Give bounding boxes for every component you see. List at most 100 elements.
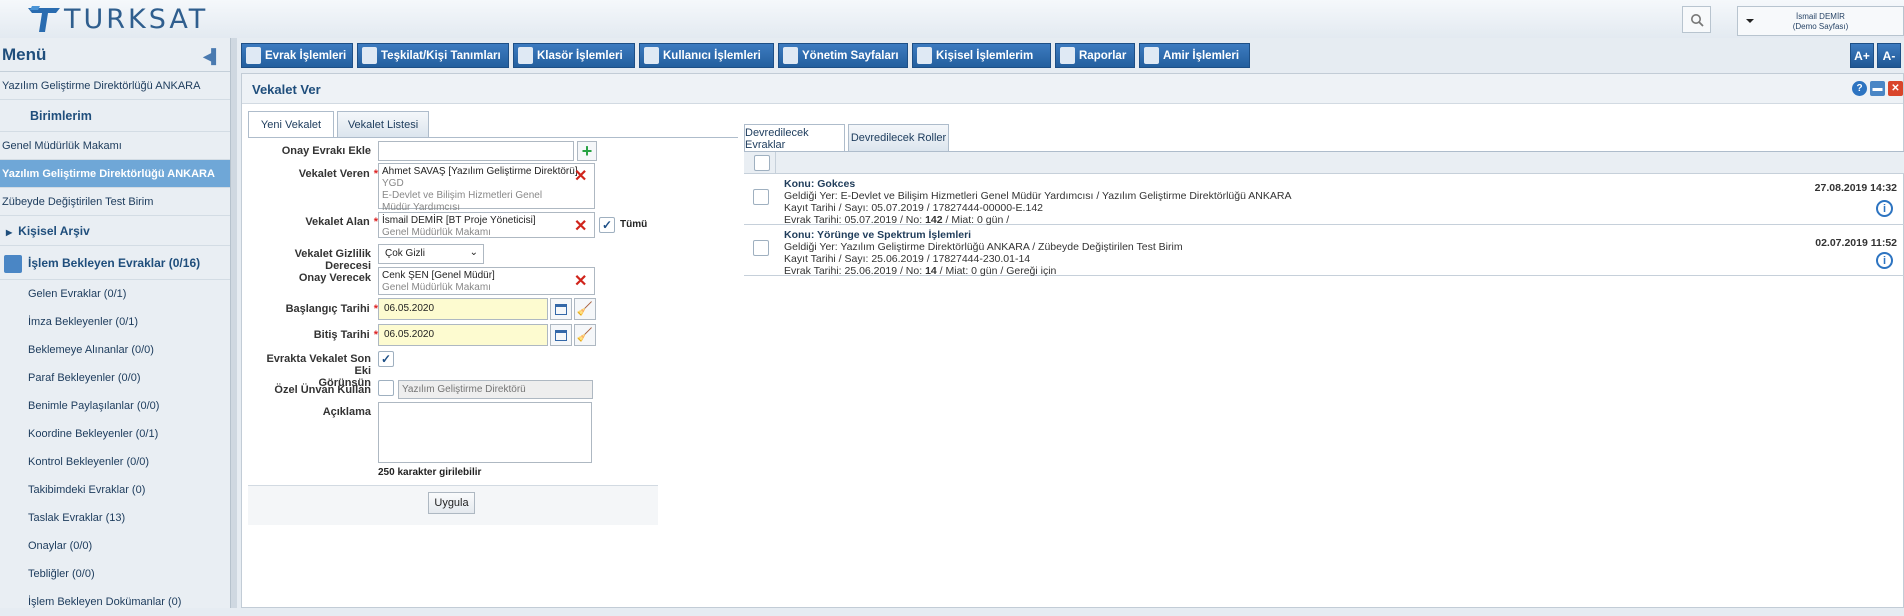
nav-label: Klasör İşlemleri — [537, 49, 623, 62]
turksat-logo: TURKSAT — [26, 4, 208, 35]
clear-broom-icon[interactable]: 🧹 — [574, 298, 596, 320]
chevron-down-icon — [1746, 19, 1754, 23]
sidebar: Menü ◀▌ Yazılım Geliştirme Direktörlüğü … — [0, 38, 231, 608]
sidebar-unit-genel[interactable]: Genel Müdürlük Makamı — [0, 132, 230, 160]
nav-amir[interactable]: Amir İşlemleri — [1139, 43, 1250, 68]
calendar-icon[interactable] — [550, 298, 572, 320]
main-nav: Evrak İşlemleri Teşkilat/Kişi Tanımları … — [241, 43, 1904, 68]
tab-yeni-vekalet[interactable]: Yeni Vekalet — [248, 111, 334, 138]
baslangic-date-input[interactable]: 06.05.2020 — [378, 298, 548, 320]
report-icon — [1060, 47, 1075, 64]
sidebar-item-imza[interactable]: İmza Bekleyenler (0/1) — [0, 308, 230, 336]
sidebar-scrollbar[interactable] — [231, 38, 237, 608]
font-decrease-button[interactable]: A- — [1877, 43, 1901, 68]
calendar-icon[interactable] — [550, 324, 572, 346]
sidebar-unit-yazilim[interactable]: Yazılım Geliştirme Direktörlüğü ANKARA — [0, 160, 230, 188]
aciklama-textarea[interactable] — [378, 402, 592, 463]
son-ek-checkbox[interactable]: ✓ — [378, 351, 394, 367]
vekalet-alan-field[interactable]: İsmail DEMİR [BT Proje Yöneticisi] Genel… — [378, 212, 595, 238]
nav-klasor[interactable]: Klasör İşlemleri — [513, 43, 635, 68]
bitis-label-text: Bitiş Tarihi — [313, 329, 370, 341]
vekalet-alan-label-text: Vekalet Alan — [305, 216, 370, 228]
add-icon[interactable]: + — [577, 141, 597, 161]
info-icon[interactable]: i — [1876, 252, 1893, 269]
sidebar-item-kontrol[interactable]: Kontrol Bekleyenler (0/0) — [0, 448, 230, 476]
sidebar-item-onaylar[interactable]: Onaylar (0/0) — [0, 532, 230, 560]
admin-icon — [783, 47, 798, 64]
select-all-checkbox[interactable] — [754, 155, 770, 171]
close-icon[interactable]: ✕ — [1888, 81, 1903, 96]
menu-header: Menü ◀▌ — [0, 38, 230, 72]
vekalet-veren-label-text: Vekalet Veren — [298, 168, 370, 180]
item-geldigi: Geldiği Yer: Yazılım Geliştirme Direktör… — [784, 241, 1183, 253]
sidebar-item-taslak[interactable]: Taslak Evraklar (13) — [0, 504, 230, 532]
collapse-menu-icon[interactable]: ◀▌ — [203, 48, 221, 65]
onay-evraki-input[interactable] — [378, 141, 574, 161]
documents-clock-icon — [4, 254, 22, 273]
sidebar-item-koordine[interactable]: Koordine Bekleyenler (0/1) — [0, 420, 230, 448]
sidebar-item-takibimdeki[interactable]: Takibimdeki Evraklar (0) — [0, 476, 230, 504]
item-evrak-suffix: / Miat: 0 gün / Gereği için — [936, 265, 1057, 277]
sidebar-item-beklemeye[interactable]: Beklemeye Alınanlar (0/0) — [0, 336, 230, 364]
search-button[interactable] — [1682, 6, 1711, 33]
user-menu[interactable]: İsmail DEMİR (Demo Sayfası) — [1737, 6, 1904, 36]
gizlilik-select[interactable]: Çok Gizli ⌄ — [378, 244, 484, 264]
item-evrak: Evrak Tarihi: 25.06.2019 / No: 14 / Miat… — [784, 265, 1183, 277]
item-checkbox[interactable] — [753, 189, 769, 205]
nav-teskilat[interactable]: Teşkilat/Kişi Tanımları — [357, 43, 509, 68]
nav-kullanici[interactable]: Kullanıcı İşlemleri — [639, 43, 774, 68]
list-item[interactable]: Konu: Gokces Geldiği Yer: E-Devlet ve Bi… — [744, 174, 1904, 226]
vekalet-alan-line2: Genel Müdürlük Makamı — [382, 227, 491, 238]
org-chart-icon — [362, 47, 377, 64]
gizlilik-value: Çok Gizli — [385, 248, 426, 259]
help-icon[interactable]: ? — [1852, 81, 1867, 96]
ozel-unvan-input[interactable] — [398, 380, 593, 399]
user-role: (Demo Sayfası) — [1792, 22, 1849, 31]
uygula-button[interactable]: Uygula — [428, 492, 475, 514]
info-icon[interactable]: i — [1876, 200, 1893, 217]
ozel-unvan-checkbox[interactable] — [378, 380, 394, 396]
nav-kisisel[interactable]: Kişisel İşlemlerim — [912, 43, 1051, 68]
font-increase-button[interactable]: A+ — [1850, 43, 1874, 68]
vekalet-form: Onay Evrakı Ekle + Vekalet Veren * Ahmet … — [248, 137, 738, 525]
personal-icon — [917, 47, 932, 64]
birimlerim-header[interactable]: Birimlerim — [0, 100, 230, 132]
nav-raporlar[interactable]: Raporlar — [1055, 43, 1135, 68]
sidebar-item-paraf[interactable]: Paraf Bekleyenler (0/0) — [0, 364, 230, 392]
tab-devredilecek-roller[interactable]: Devredilecek Roller — [848, 124, 949, 151]
vekalet-veren-label: Vekalet Veren * — [298, 168, 378, 180]
sidebar-unit-zubeyde[interactable]: Zübeyde Değiştirilen Test Birim — [0, 188, 230, 216]
remove-onay-icon[interactable]: ✕ — [574, 271, 587, 291]
bitis-date-input[interactable]: 06.05.2020 — [378, 324, 548, 346]
nav-evrak-islemleri[interactable]: Evrak İşlemleri — [241, 43, 353, 68]
item-checkbox[interactable] — [753, 240, 769, 256]
devir-panel: Devredilecek Evraklar Devredilecek Rolle… — [744, 124, 1904, 609]
list-item[interactable]: Konu: Yörünge ve Spektrum İşlemleri Geld… — [744, 225, 1904, 277]
sidebar-item-gelen[interactable]: Gelen Evraklar (0/1) — [0, 280, 230, 308]
onay-verecek-field[interactable]: Cenk ŞEN [Genel Müdür] Genel Müdürlük Ma… — [378, 267, 595, 295]
column-divider — [775, 152, 776, 174]
sidebar-item-dokumanlar[interactable]: İşlem Bekleyen Dokümanlar (0) — [0, 588, 230, 616]
item-no: 14 — [925, 265, 937, 277]
sidebar-item-paylasilanlar[interactable]: Benimle Paylaşılanlar (0/0) — [0, 392, 230, 420]
nav-label: Raporlar — [1079, 49, 1127, 62]
top-bar: TURKSAT İsmail DEMİR (Demo Sayfası) — [0, 0, 1904, 38]
clear-broom-icon[interactable]: 🧹 — [574, 324, 596, 346]
tumu-label: Tümü — [620, 219, 648, 230]
item-kayit: Kayıt Tarihi / Sayı: 05.07.2019 / 178274… — [784, 202, 1043, 214]
kisisel-arsiv-group[interactable]: ▶ Kişisel Arşiv — [0, 216, 230, 246]
tab-devredilecek-evraklar[interactable]: Devredilecek Evraklar — [744, 124, 845, 152]
islem-bekleyen-group[interactable]: İşlem Bekleyen Evraklar (0/16) — [0, 246, 230, 280]
minimize-icon[interactable]: ▬ — [1870, 81, 1885, 96]
vekalet-veren-field[interactable]: Ahmet SAVAŞ [Yazılım Geliştirme Direktör… — [378, 163, 595, 213]
onay-verecek-label: Onay Verecek — [298, 272, 371, 284]
item-geldigi: Geldiği Yer: E-Devlet ve Bilişim Hizmetl… — [784, 190, 1292, 202]
nav-yonetim[interactable]: Yönetim Sayfaları — [778, 43, 908, 68]
item-konu: Konu: Gokces — [784, 178, 856, 190]
tab-vekalet-listesi[interactable]: Vekalet Listesi — [337, 111, 429, 137]
sidebar-item-tebligler[interactable]: Tebliğler (0/0) — [0, 560, 230, 588]
remove-veren-icon[interactable]: ✕ — [574, 166, 587, 186]
tumu-checkbox[interactable]: ✓ — [599, 217, 615, 233]
onay-evraki-label: Onay Evrakı Ekle — [281, 145, 371, 157]
remove-alan-icon[interactable]: ✕ — [574, 216, 587, 236]
